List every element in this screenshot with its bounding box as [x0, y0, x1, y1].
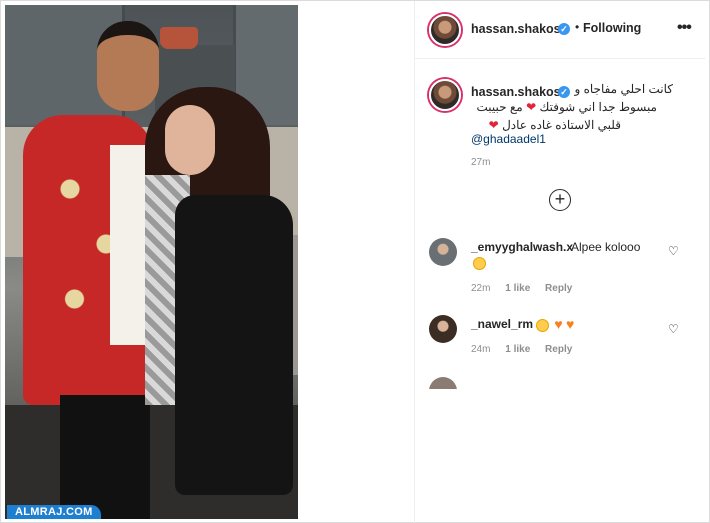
- caption-avatar[interactable]: [429, 79, 461, 111]
- comment: _emyyghalwash.x Alpee kolooo 22m 1 like …: [415, 234, 705, 304]
- photo-man-shirt: [110, 145, 145, 345]
- red-heart-icon: ❤: [488, 118, 499, 132]
- comment-time[interactable]: 22m: [471, 283, 490, 294]
- caption-line: كانت احلي مفاجاه و: [574, 82, 673, 96]
- reply-button[interactable]: Reply: [545, 344, 572, 355]
- orange-heart-icon: ♥: [566, 316, 575, 332]
- caption-text: مبسوط جدا اني شوفتك: [539, 100, 657, 114]
- post-photo[interactable]: ALMRAJ.COM: [5, 5, 298, 519]
- post-timestamp[interactable]: 27m: [471, 157, 490, 168]
- orange-heart-icon: ♥: [554, 316, 563, 332]
- comment-meta: 22m 1 like Reply: [471, 283, 584, 294]
- photo-woman-coat: [175, 195, 293, 495]
- like-comment-icon[interactable]: ♡: [668, 244, 679, 258]
- photo-woman-face: [165, 105, 215, 175]
- reply-button[interactable]: Reply: [545, 283, 572, 294]
- comment-emoji: ♥ ♥: [536, 316, 575, 333]
- red-heart-icon: ❤: [526, 100, 537, 114]
- comment-likes[interactable]: 1 like: [505, 283, 530, 294]
- star-eyes-emoji-icon: [536, 319, 549, 333]
- load-more-comments-button[interactable]: +: [549, 189, 571, 211]
- author-username[interactable]: hassan.shakosh: [471, 22, 568, 36]
- comment-meta: 24m 1 like Reply: [471, 344, 584, 355]
- author-avatar[interactable]: [429, 14, 461, 46]
- caption-line: مبسوط جدا اني شوفتك ❤ مع حبيبت: [471, 100, 657, 114]
- comment-partial: [415, 373, 705, 389]
- comment-likes[interactable]: 1 like: [505, 344, 530, 355]
- commenter-username[interactable]: _emyyghalwash.x: [471, 240, 573, 254]
- post-sidebar: hassan.shakosh ✓ • Following ••• hassan.…: [414, 1, 710, 523]
- post-caption: hassan.shakosh ✓ كانت احلي مفاجاه و مبسو…: [415, 59, 705, 209]
- watermark: ALMRAJ.COM: [7, 505, 101, 519]
- post-frame: ALMRAJ.COM hassan.shakosh ✓ • Following …: [0, 0, 710, 523]
- like-comment-icon[interactable]: ♡: [668, 322, 679, 336]
- comment-time[interactable]: 24m: [471, 344, 490, 355]
- verified-badge-icon: ✓: [558, 23, 570, 35]
- star-eyes-emoji-icon: [473, 257, 486, 271]
- mention-link[interactable]: @ghadaadel1: [471, 132, 546, 146]
- caption-text: قلبي الاستاذه غاده عادل: [502, 118, 621, 132]
- post-header: hassan.shakosh ✓ • Following •••: [415, 1, 705, 59]
- photo-man-head: [97, 21, 159, 111]
- caption-line: قلبي الاستاذه غاده عادل ❤: [471, 118, 621, 132]
- header-separator: •: [575, 20, 580, 34]
- photo-pot: [160, 27, 198, 49]
- commenter-avatar[interactable]: [429, 315, 457, 343]
- commenter-username[interactable]: _nawel_rm: [471, 317, 533, 331]
- comment-emoji: [473, 255, 488, 273]
- more-options-icon[interactable]: •••: [677, 19, 692, 37]
- caption-text: مع حبيبت: [476, 100, 523, 114]
- comment-text: Alpee kolooo: [571, 240, 641, 254]
- following-button[interactable]: Following: [583, 21, 641, 35]
- photo-man-pants: [60, 395, 150, 519]
- comment: _nawel_rm ♥ ♥ 24m 1 like Reply ♡: [415, 311, 705, 381]
- commenter-avatar[interactable]: [429, 377, 457, 389]
- commenter-avatar[interactable]: [429, 238, 457, 266]
